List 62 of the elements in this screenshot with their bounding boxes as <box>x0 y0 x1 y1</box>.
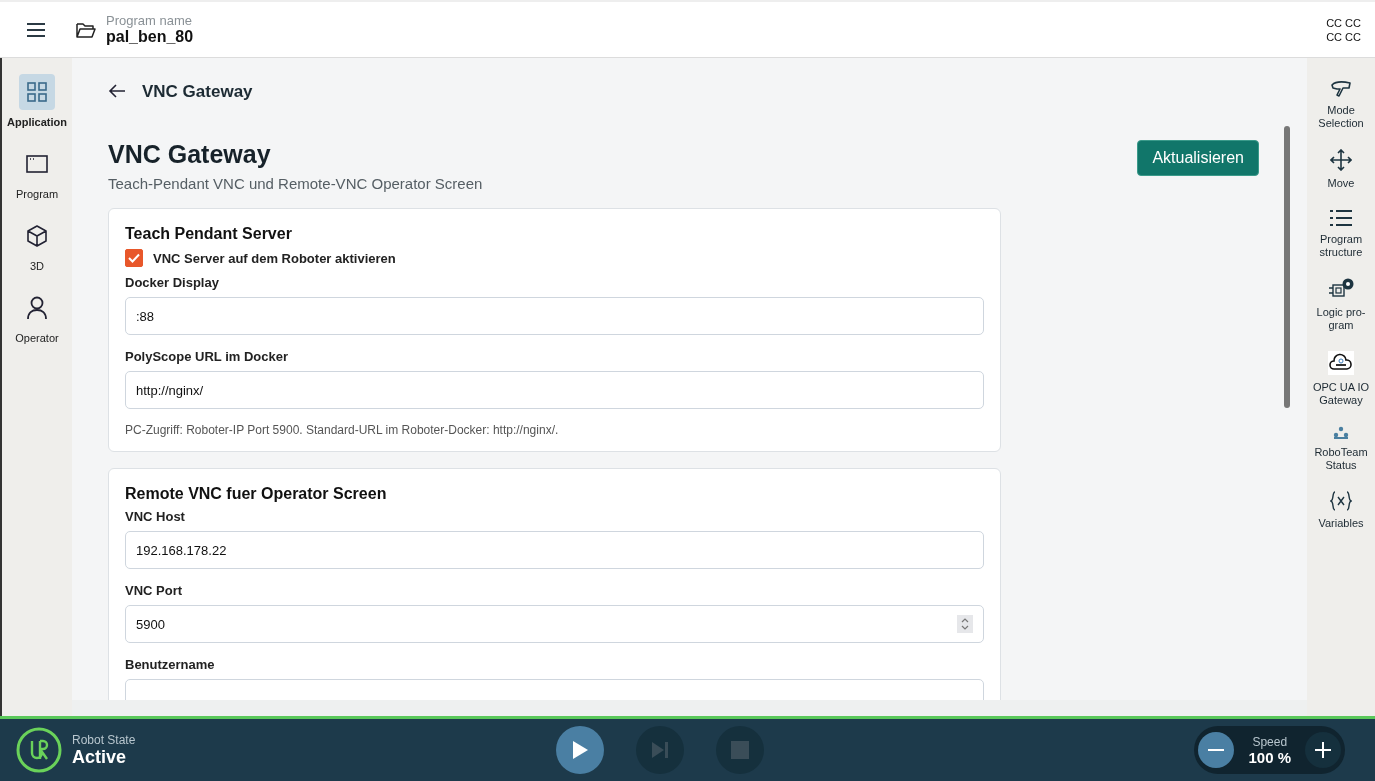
field-label: VNC Host <box>125 509 186 524</box>
minus-icon <box>1208 749 1225 751</box>
move-arrows-icon <box>1330 149 1352 171</box>
speed-value: 100 % <box>1248 748 1291 766</box>
person-icon <box>26 296 48 320</box>
team-robots-icon <box>1332 426 1350 440</box>
plus-icon <box>1315 742 1331 758</box>
corner-text: CC CC <box>1326 15 1361 30</box>
nav-item[interactable]: Program <box>2 146 72 200</box>
cube-icon <box>25 224 49 248</box>
folder-icon <box>76 20 96 39</box>
menu-icon <box>26 21 46 38</box>
speed-label: Speed <box>1252 734 1288 749</box>
program-name: pal_ben_80 <box>106 28 194 46</box>
side-tool-button[interactable]: Mode Selection <box>1309 80 1373 130</box>
field-label: Docker Display <box>125 275 220 290</box>
side-tool-button[interactable]: Logic pro-gram <box>1309 278 1373 332</box>
card-title: Teach Pendant Server <box>125 225 293 243</box>
spinner-icon[interactable] <box>957 615 973 633</box>
input-field[interactable]: 5900 <box>125 605 984 643</box>
robot-state-value: Active <box>72 746 128 768</box>
skip-icon <box>650 740 670 760</box>
logic-chip-icon <box>1328 278 1354 300</box>
input-field[interactable]: http://nginx/ <box>125 371 984 409</box>
nav-item[interactable]: 3D <box>2 218 72 272</box>
increase-speed-button[interactable] <box>1305 732 1341 768</box>
list-icon <box>1329 209 1353 227</box>
nav-item[interactable]: Operator <box>2 290 72 344</box>
side-tool-button[interactable]: Variables <box>1309 491 1373 530</box>
play-button[interactable] <box>556 726 604 774</box>
side-tool-button[interactable]: RoboTeam Status <box>1309 426 1373 472</box>
input-field[interactable]: 192.168.178.22 <box>125 531 984 569</box>
scrollbar[interactable] <box>1284 126 1290 408</box>
side-tool-button[interactable]: Move <box>1309 149 1373 190</box>
refresh-button[interactable]: Aktualisieren <box>1137 140 1259 176</box>
field-label: PolyScope URL im Docker <box>125 349 290 364</box>
nav-item[interactable]: Application <box>2 74 72 128</box>
hand-icon <box>1330 80 1352 98</box>
back-arrow-icon <box>108 83 126 98</box>
corner-text: CC CC <box>1326 29 1361 44</box>
field-label: Benutzername <box>125 657 216 672</box>
stop-icon <box>731 741 749 759</box>
input-field[interactable]: :88 <box>125 297 984 335</box>
program-label: Program name <box>106 13 193 28</box>
cloud-icon <box>1328 351 1354 375</box>
side-tool-button[interactable]: OPC UA IO Gateway <box>1309 351 1373 407</box>
window-icon <box>26 155 48 173</box>
card-title: Remote VNC fuer Operator Screen <box>125 485 388 503</box>
robot-logo-icon <box>16 727 62 773</box>
grid-icon <box>26 81 48 103</box>
play-icon <box>571 740 589 760</box>
checkbox[interactable] <box>125 249 143 267</box>
variables-icon <box>1330 491 1352 511</box>
checkbox-label: VNC Server auf dem Roboter aktivieren <box>153 250 396 266</box>
decrease-speed-button[interactable] <box>1198 732 1235 768</box>
field-label: VNC Port <box>125 583 184 598</box>
side-tool-button[interactable]: Program structure <box>1309 209 1373 259</box>
help-text: PC-Zugriff: Roboter-IP Port 5900. Standard-URL im Roboter-Docker: http://nginx/. <box>125 423 560 437</box>
page-title: VNC Gateway <box>108 140 272 169</box>
breadcrumb-title: VNC Gateway <box>142 82 253 102</box>
page-subtitle: Teach-Pendant VNC und Remote-VNC Operator Screen <box>108 175 483 192</box>
robot-state-label: Robot State <box>72 732 136 747</box>
